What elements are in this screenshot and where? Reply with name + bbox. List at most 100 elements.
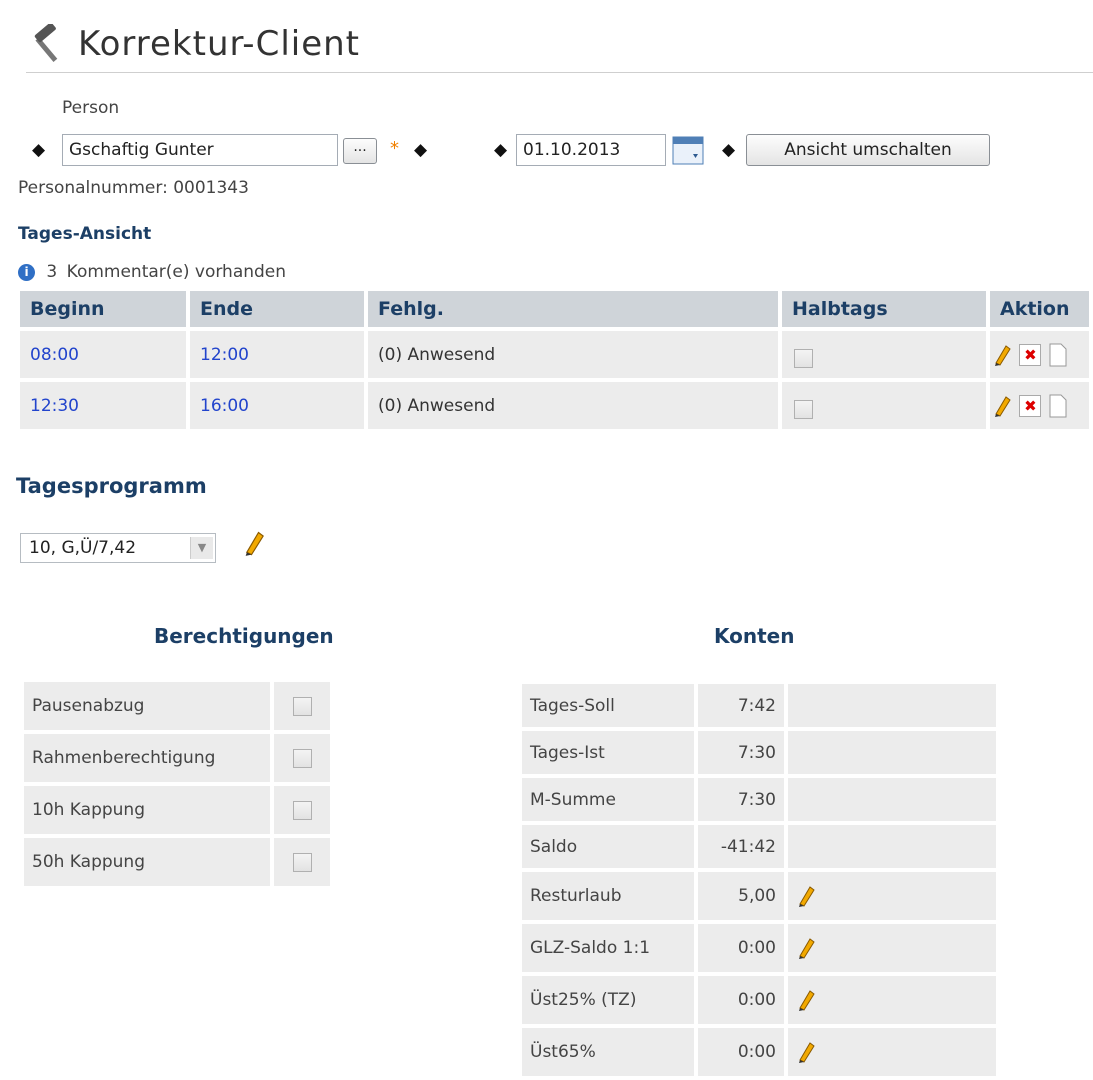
begin-time-link[interactable]: 12:30 (20, 382, 186, 429)
account-label: GLZ-Saldo 1:1 (522, 924, 694, 972)
account-row: Saldo -41:42 (522, 825, 996, 868)
account-action-cell (788, 778, 996, 821)
account-label: Üst65% (522, 1028, 694, 1076)
account-value: 0:00 (698, 924, 784, 972)
required-mark: * (390, 138, 399, 159)
document-icon[interactable] (1047, 343, 1069, 367)
account-label: Tages-Ist (522, 731, 694, 774)
permission-checkbox[interactable] (292, 696, 312, 716)
col-header-action: Aktion (990, 291, 1089, 327)
prev-person-arrow-icon[interactable]: ◆ (32, 140, 45, 160)
account-value: 5,00 (698, 872, 784, 920)
document-icon[interactable] (1047, 394, 1069, 418)
account-value: -41:42 (698, 825, 784, 868)
comments-notice[interactable]: i 3 Kommentar(e) vorhanden (18, 262, 286, 282)
account-row: GLZ-Saldo 1:1 0:00 (522, 924, 996, 972)
hammer-icon (34, 24, 58, 63)
account-row: M-Summe 7:30 (522, 778, 996, 821)
absence-cell: (0) Anwesend (368, 382, 778, 429)
person-label: Person (62, 98, 120, 118)
day-program-select[interactable]: 10, G,Ü/7,42 ▼ (20, 533, 216, 563)
col-header-end: Ende (190, 291, 364, 327)
permission-label: 50h Kappung (24, 838, 270, 886)
col-header-absence: Fehlg. (368, 291, 778, 327)
account-action-cell (788, 872, 996, 920)
table-row: 12:30 16:00 (0) Anwesend ✖ (20, 382, 1089, 429)
halfday-checkbox[interactable] (794, 400, 813, 419)
edit-icon[interactable] (796, 936, 818, 960)
account-label: Saldo (522, 825, 694, 868)
begin-time-link[interactable]: 08:00 (20, 331, 186, 378)
end-time-link[interactable]: 12:00 (190, 331, 364, 378)
chevron-down-icon[interactable]: ▼ (190, 537, 213, 559)
edit-day-program-icon[interactable] (242, 529, 268, 557)
account-value: 0:00 (698, 1028, 784, 1076)
account-row: Üst25% (TZ) 0:00 (522, 976, 996, 1024)
account-value: 7:42 (698, 684, 784, 727)
halfday-cell (782, 331, 986, 378)
halfday-cell (782, 382, 986, 429)
permission-cell (274, 838, 330, 886)
permission-row: Rahmenberechtigung (24, 734, 330, 782)
toggle-view-button[interactable]: Ansicht umschalten (746, 134, 990, 166)
col-header-halfday: Halbtags (782, 291, 986, 327)
next-date-arrow-icon[interactable]: ◆ (722, 140, 735, 160)
day-program-heading: Tagesprogramm (16, 474, 207, 498)
permission-cell (274, 786, 330, 834)
permissions-heading: Berechtigungen (154, 624, 334, 648)
edit-icon[interactable] (796, 884, 818, 908)
table-row: 08:00 12:00 (0) Anwesend ✖ (20, 331, 1089, 378)
permission-label: 10h Kappung (24, 786, 270, 834)
page-title: Korrektur-Client (78, 24, 361, 64)
permission-cell (274, 734, 330, 782)
date-field[interactable]: 01.10.2013 (516, 134, 666, 166)
calendar-icon[interactable] (671, 134, 707, 166)
next-person-arrow-icon[interactable]: ◆ (414, 140, 427, 160)
permission-checkbox[interactable] (292, 800, 312, 820)
personnel-number: Personalnummer: 0001343 (18, 178, 249, 198)
halfday-checkbox[interactable] (794, 349, 813, 368)
account-action-cell (788, 1028, 996, 1076)
action-cell: ✖ (990, 331, 1089, 378)
comments-count: 3 (46, 262, 58, 282)
edit-icon[interactable] (992, 394, 1014, 418)
permission-checkbox[interactable] (292, 748, 312, 768)
edit-icon[interactable] (796, 988, 818, 1012)
action-cell: ✖ (990, 382, 1089, 429)
end-time-link[interactable]: 16:00 (190, 382, 364, 429)
permissions-table: Pausenabzug Rahmenberechtigung 10h Kappu… (20, 678, 334, 890)
day-view-heading: Tages-Ansicht (18, 224, 152, 244)
edit-icon[interactable] (796, 1040, 818, 1064)
person-browse-button[interactable]: ... (343, 138, 377, 164)
accounts-table: Tages-Soll 7:42 Tages-Ist 7:30 M-Summe 7:30… (518, 680, 1000, 1080)
permission-row: Pausenabzug (24, 682, 330, 730)
account-action-cell (788, 684, 996, 727)
account-label: M-Summe (522, 778, 694, 821)
col-header-begin: Beginn (20, 291, 186, 327)
account-value: 0:00 (698, 976, 784, 1024)
page-header: Korrektur-Client (26, 20, 1093, 73)
account-row: Tages-Ist 7:30 (522, 731, 996, 774)
account-label: Tages-Soll (522, 684, 694, 727)
delete-icon[interactable]: ✖ (1019, 394, 1042, 417)
absence-cell: (0) Anwesend (368, 331, 778, 378)
permission-row: 10h Kappung (24, 786, 330, 834)
account-action-cell (788, 731, 996, 774)
account-action-cell (788, 825, 996, 868)
day-program-value: 10, G,Ü/7,42 (29, 538, 137, 558)
permission-label: Pausenabzug (24, 682, 270, 730)
account-row: Üst65% 0:00 (522, 1028, 996, 1076)
account-action-cell (788, 976, 996, 1024)
person-name-field[interactable]: Gschaftig Gunter (62, 134, 338, 166)
prev-date-arrow-icon[interactable]: ◆ (494, 140, 507, 160)
permission-row: 50h Kappung (24, 838, 330, 886)
delete-icon[interactable]: ✖ (1019, 343, 1042, 366)
comments-text: Kommentar(e) vorhanden (66, 262, 287, 282)
day-entries-table: Beginn Ende Fehlg. Halbtags Aktion 08:00… (16, 287, 1093, 433)
account-value: 7:30 (698, 731, 784, 774)
permission-checkbox[interactable] (292, 852, 312, 872)
edit-icon[interactable] (992, 343, 1014, 367)
account-row: Tages-Soll 7:42 (522, 684, 996, 727)
account-label: Resturlaub (522, 872, 694, 920)
permission-label: Rahmenberechtigung (24, 734, 270, 782)
